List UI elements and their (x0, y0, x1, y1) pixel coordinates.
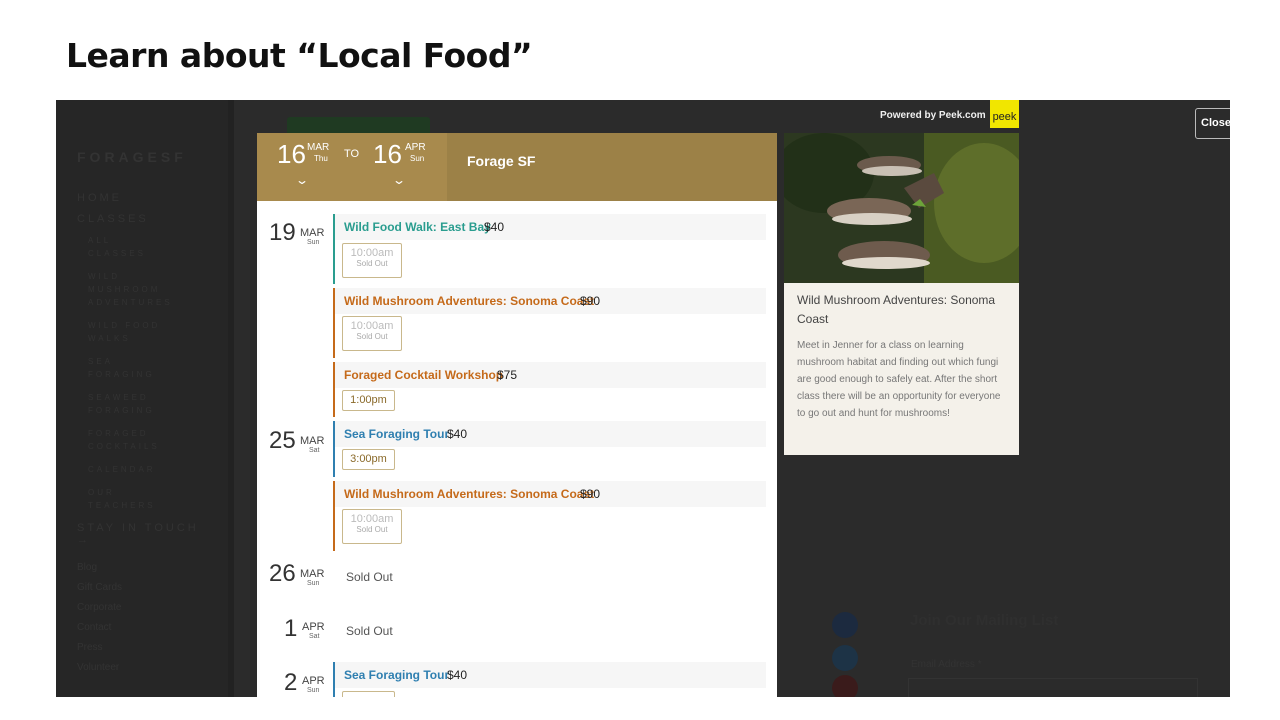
time-slot[interactable]: 1:00pm (342, 390, 395, 411)
detail-description: Meet in Jenner for a class on learning m… (797, 340, 1001, 419)
time-slot-note: Sold Out (356, 332, 388, 341)
day-number: 1 (284, 615, 298, 642)
range-from-dow: Thu (314, 154, 328, 163)
event-item[interactable]: Wild Mushroom Adventures: Sonoma Coast $… (333, 481, 766, 551)
time-slot[interactable]: 3:00pm (342, 449, 395, 470)
event-name[interactable]: Wild Food Walk: East Bay (344, 220, 491, 234)
site-nav-item: HOME (77, 192, 122, 204)
day-weekday: Sun (307, 580, 320, 587)
event-name[interactable]: Sea Foraging Tour (344, 427, 449, 441)
business-name: Forage SF (467, 153, 536, 169)
mailing-list-title: Join Our Mailing List (910, 612, 1059, 629)
site-footer-links: Blog Gift Cards Corporate Contact Press Volun… (77, 562, 122, 682)
site-nav: HOME CLASSES ALL CLASSES WILD MUSHROOM ADVE… (77, 192, 217, 555)
range-to-dow: Sun (410, 154, 425, 163)
date-range-picker: 16 MAR Thu ⌄ TO 16 APR Sun ⌄ (257, 133, 447, 201)
day-weekday: Sun (307, 687, 320, 694)
range-from-day[interactable]: 16 (277, 139, 306, 170)
event-item[interactable]: Sea Foraging Tour $40 3:00pm (333, 421, 766, 477)
site-nav-item: SEA FORAGING (88, 357, 155, 379)
site-nav-item: FORAGED COCKTAILS (88, 429, 160, 451)
event-name[interactable]: Foraged Cocktail Workshop (344, 368, 503, 382)
site-footer-link: Contact (77, 622, 112, 633)
day-month: MAR (300, 227, 325, 239)
day-weekday: Sun (307, 239, 320, 246)
event-detail-card: Wild Mushroom Adventures: Sonoma Coast M… (784, 133, 1019, 455)
time-slot[interactable]: 10:00am Sold Out (342, 509, 402, 544)
sold-out-text: Sold Out (346, 570, 393, 584)
chevron-down-icon[interactable]: ⌄ (295, 173, 309, 187)
time-slot[interactable] (342, 691, 395, 697)
day-month: MAR (300, 568, 325, 580)
day-number: 19 (269, 219, 296, 246)
booking-widget: 16 MAR Thu ⌄ TO 16 APR Sun ⌄ Forage SF 1… (257, 133, 777, 697)
email-label: Email Address * (911, 659, 982, 670)
day-month: APR (302, 621, 325, 633)
time-slot-time: 3:00pm (350, 453, 387, 465)
event-item[interactable]: Wild Food Walk: East Bay $40 10:00am Sol… (333, 214, 766, 284)
site-nav-item: WILD FOOD WALKS (88, 321, 161, 343)
powered-by-text: Powered by Peek.com (880, 110, 986, 121)
range-to-month: APR (405, 142, 426, 153)
site-footer-link: Gift Cards (77, 582, 123, 593)
sidebar-scrollbar[interactable] (228, 100, 234, 697)
event-name[interactable]: Sea Foraging Tour (344, 668, 449, 682)
range-to-label: TO (344, 148, 360, 160)
range-to-day[interactable]: 16 (373, 139, 402, 170)
mushroom-photo (784, 133, 1019, 283)
close-button[interactable]: Close (1195, 108, 1230, 139)
time-slot-time: 10:00am (350, 320, 394, 332)
site-nav-item: CALENDAR (88, 465, 156, 474)
time-slot-time: 10:00am (350, 247, 394, 259)
site-footer-link: Corporate (77, 602, 122, 613)
event-price: $40 (447, 668, 468, 682)
instagram-icon (832, 675, 858, 697)
time-slot[interactable]: 10:00am Sold Out (342, 316, 402, 351)
peek-logo: peek (990, 100, 1019, 128)
site-nav-item: WILD MUSHROOM ADVENTURES (88, 272, 173, 307)
event-name[interactable]: Wild Mushroom Adventures: Sonoma Coast (344, 487, 594, 501)
site-footer-link: Press (77, 642, 103, 653)
day-number: 2 (284, 669, 298, 696)
chevron-down-icon[interactable]: ⌄ (392, 173, 406, 187)
sold-out-text: Sold Out (346, 624, 393, 638)
site-nav-item: OUR TEACHERS (88, 488, 156, 510)
widget-header: 16 MAR Thu ⌄ TO 16 APR Sun ⌄ Forage SF (257, 133, 777, 201)
day-number: 26 (269, 560, 296, 587)
event-item[interactable]: Foraged Cocktail Workshop $75 1:00pm (333, 362, 766, 417)
site-nav-item: SEAWEED FORAGING (88, 393, 155, 415)
facebook-icon (832, 612, 858, 638)
day-number: 25 (269, 427, 296, 454)
event-price: $90 (580, 294, 601, 308)
day-weekday: Sat (309, 447, 320, 454)
event-price: $40 (484, 220, 505, 234)
twitter-icon (832, 645, 858, 671)
range-from-month: MAR (307, 142, 330, 153)
event-price: $75 (497, 368, 518, 382)
site-nav-item: STAY IN TOUCH → (77, 522, 199, 546)
event-item[interactable]: Sea Foraging Tour $40 (333, 662, 766, 697)
day-weekday: Sat (309, 633, 320, 640)
site-logo: FORAGESF (77, 149, 187, 165)
event-price: $90 (580, 487, 601, 501)
day-month: MAR (300, 435, 325, 447)
slide-title: Learn about “Local Food” (66, 36, 533, 75)
event-item[interactable]: Wild Mushroom Adventures: Sonoma Coast $… (333, 288, 766, 358)
event-name[interactable]: Wild Mushroom Adventures: Sonoma Coast (344, 294, 594, 308)
event-price: $40 (447, 427, 468, 441)
time-slot-note: Sold Out (356, 259, 388, 268)
site-footer-link: Volunteer (77, 662, 120, 673)
site-footer-link: Blog (77, 562, 98, 573)
time-slot-time: 1:00pm (350, 394, 387, 406)
time-slot-time: 10:00am (350, 513, 394, 525)
site-nav-item: ALL CLASSES (88, 236, 146, 258)
time-slot[interactable]: 10:00am Sold Out (342, 243, 402, 278)
screenshot-area: FORAGESF HOME CLASSES ALL CLASSES WILD MUSH… (56, 100, 1230, 697)
site-nav-item: CLASSES (77, 213, 149, 225)
email-field (908, 678, 1198, 697)
detail-title: Wild Mushroom Adventures: Sonoma Coast (797, 293, 996, 326)
day-month: APR (302, 675, 325, 687)
time-slot-note: Sold Out (356, 525, 388, 534)
